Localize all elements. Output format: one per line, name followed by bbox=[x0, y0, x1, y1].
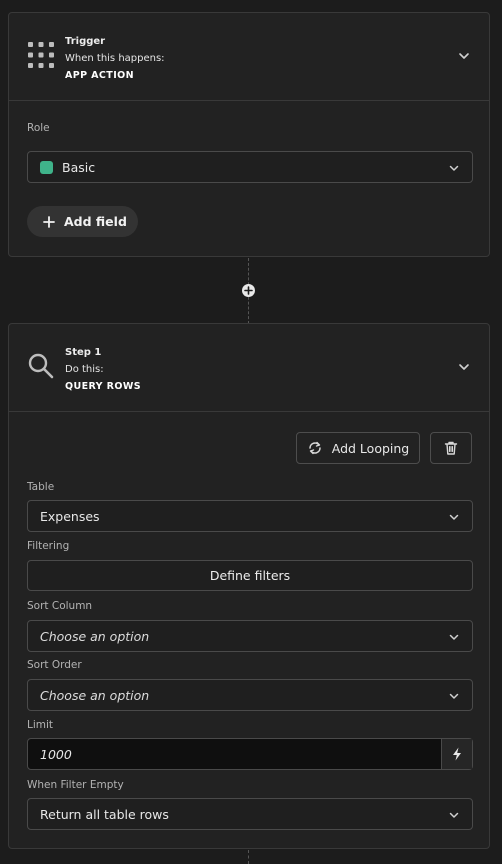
step-header[interactable]: Step 1 Do this: QUERY ROWS bbox=[9, 324, 489, 412]
trigger-header-text: Trigger When this happens: APP ACTION bbox=[65, 33, 165, 84]
define-filters-button[interactable]: Define filters bbox=[27, 560, 473, 591]
limit-input[interactable]: 1000 bbox=[27, 738, 473, 770]
add-field-button[interactable]: Add field bbox=[27, 206, 138, 237]
when-filter-empty-select[interactable]: Return all table rows bbox=[27, 798, 473, 830]
step-subtitle: Do this: bbox=[65, 364, 104, 375]
add-field-label: Add field bbox=[64, 214, 127, 229]
trigger-subtitle: When this happens: bbox=[65, 53, 165, 64]
chevron-down-icon bbox=[449, 634, 459, 640]
binding-button[interactable] bbox=[441, 739, 472, 769]
role-color-swatch bbox=[40, 160, 53, 174]
delete-step-button[interactable] bbox=[430, 432, 472, 464]
trigger-title: Trigger bbox=[65, 36, 106, 47]
table-select[interactable]: Expenses bbox=[27, 500, 473, 532]
step-card: Step 1 Do this: QUERY ROWS Add Looping T… bbox=[8, 323, 490, 849]
trigger-action: APP ACTION bbox=[65, 70, 134, 81]
sort-order-select[interactable]: Choose an option bbox=[27, 679, 473, 711]
trash-icon bbox=[444, 441, 458, 455]
add-looping-label: Add Looping bbox=[331, 440, 410, 456]
sort-column-label: Sort Column bbox=[27, 600, 93, 612]
chevron-down-icon bbox=[449, 514, 459, 520]
limit-value: 1000 bbox=[40, 746, 72, 762]
trigger-card: Trigger When this happens: APP ACTION Ro… bbox=[8, 12, 490, 257]
step-action: QUERY ROWS bbox=[65, 381, 141, 392]
trigger-header[interactable]: Trigger When this happens: APP ACTION bbox=[9, 13, 489, 101]
role-label: Role bbox=[27, 122, 50, 134]
sort-column-select[interactable]: Choose an option bbox=[27, 620, 473, 652]
search-icon bbox=[28, 353, 54, 379]
plus-icon bbox=[43, 215, 55, 228]
grid-dots-icon bbox=[28, 42, 54, 68]
table-value: Expenses bbox=[40, 508, 100, 524]
chevron-down-icon[interactable] bbox=[457, 49, 471, 63]
step-title: Step 1 bbox=[65, 347, 102, 358]
chevron-down-icon bbox=[449, 812, 459, 818]
add-looping-button[interactable]: Add Looping bbox=[296, 432, 420, 464]
chevron-down-icon bbox=[449, 165, 459, 171]
connector-line-bottom bbox=[248, 850, 249, 864]
sort-order-value: Choose an option bbox=[40, 687, 150, 703]
table-label: Table bbox=[27, 481, 55, 493]
when-filter-empty-value: Return all table rows bbox=[40, 806, 169, 822]
limit-label: Limit bbox=[27, 719, 54, 731]
step-header-text: Step 1 Do this: QUERY ROWS bbox=[65, 344, 141, 395]
loop-icon bbox=[309, 441, 321, 455]
chevron-down-icon[interactable] bbox=[457, 360, 471, 374]
sort-order-label: Sort Order bbox=[27, 659, 82, 671]
role-select[interactable]: Basic bbox=[27, 151, 473, 183]
plus-circle-icon[interactable] bbox=[241, 283, 256, 298]
when-filter-empty-label: When Filter Empty bbox=[27, 779, 124, 791]
role-value: Basic bbox=[62, 159, 96, 175]
sort-column-value: Choose an option bbox=[40, 628, 150, 644]
filtering-label: Filtering bbox=[27, 540, 70, 552]
chevron-down-icon bbox=[449, 693, 459, 699]
lightning-icon bbox=[453, 747, 461, 761]
